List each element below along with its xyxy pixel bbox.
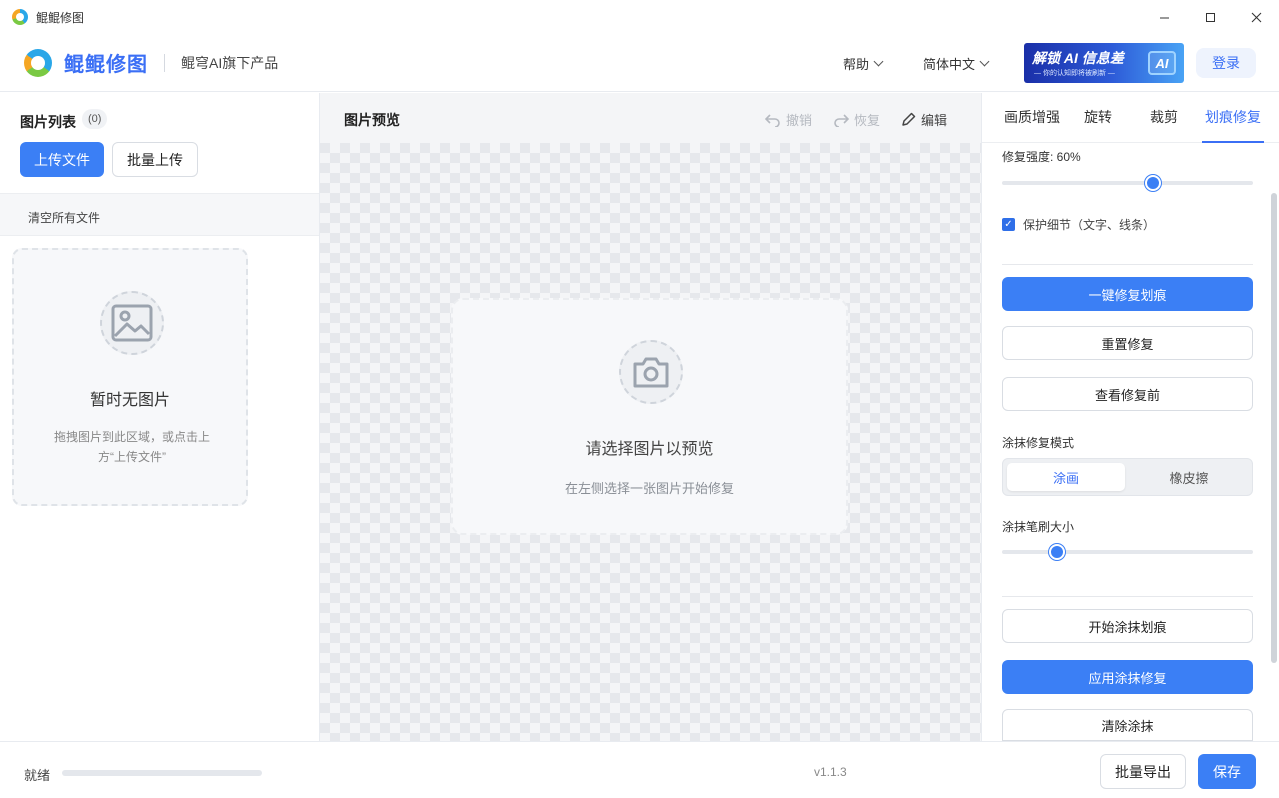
banner-sub-text: — 你的认知即将被刷新 — <box>1034 70 1115 77</box>
redo-button[interactable]: 恢复 <box>833 110 880 129</box>
drop-zone[interactable]: 暂时无图片 拖拽图片到此区域，或点击上方“上传文件” <box>12 248 248 506</box>
protect-detail-option[interactable]: ✓ 保护细节（文字、线条） <box>1002 216 1155 233</box>
banner-main-text: 解锁 AI 信息差 <box>1032 50 1124 66</box>
logo-icon <box>24 48 52 77</box>
maximize-icon[interactable] <box>1187 0 1233 34</box>
empty-title: 暂时无图片 <box>89 392 170 409</box>
view-before-button[interactable]: 查看修复前 <box>1002 377 1253 411</box>
preview-title: 图片预览 <box>344 112 400 128</box>
one-click-repair-button[interactable]: 一键修复划痕 <box>1002 277 1253 311</box>
image-list-panel: 图片列表 (0) 上传文件 批量上传 清空所有文件 暂时无图片 拖拽图片到此区域… <box>0 93 320 741</box>
clear-all-files-row[interactable]: 清空所有文件 <box>0 193 319 236</box>
panel-scrollbar[interactable] <box>1271 193 1277 663</box>
undo-label: 撤销 <box>786 113 813 128</box>
undo-icon <box>765 113 780 127</box>
preview-placeholder-subtitle: 在左侧选择一张图片开始修复 <box>564 481 734 496</box>
preview-toolbar: 图片预览 撤销 恢复 编辑 <box>320 93 981 143</box>
preview-placeholder-title: 请选择图片以预览 <box>585 441 714 458</box>
brand-name: 鲲鲲修图 <box>64 54 148 76</box>
title-bar: 鲲鲲修图 <box>0 0 1279 34</box>
image-list-title: 图片列表 <box>20 114 76 130</box>
app-icon <box>12 9 28 25</box>
status-bar: 就绪 v1.1.3 批量导出 保存 <box>0 741 1279 798</box>
undo-button[interactable]: 撤销 <box>765 110 812 129</box>
tab-crop[interactable]: 裁剪 <box>1146 107 1182 143</box>
mode-eraser-option[interactable]: 橡皮擦 <box>1130 463 1248 491</box>
edit-label: 编辑 <box>921 113 948 128</box>
image-icon <box>100 291 164 355</box>
empty-description: 拖拽图片到此区域，或点击上方“上传文件” <box>54 430 211 464</box>
status-text: 就绪 <box>24 768 51 783</box>
preview-area: 图片预览 撤销 恢复 编辑 请选择图片以预览 在左侧选择一张图片开始修复 <box>320 93 981 741</box>
redo-label: 恢复 <box>854 113 881 128</box>
edit-button[interactable]: 编辑 <box>901 110 947 129</box>
tool-tabs: 画质增强 旋转 裁剪 划痕修复 <box>982 93 1279 143</box>
chevron-down-icon <box>979 56 990 67</box>
checkbox-checked-icon[interactable]: ✓ <box>1002 218 1015 231</box>
pencil-icon <box>902 112 916 126</box>
window-controls <box>1141 0 1279 34</box>
redo-icon <box>834 113 849 127</box>
window-title: 鲲鲲修图 <box>36 10 85 25</box>
tab-rotate[interactable]: 旋转 <box>1080 107 1116 143</box>
brush-size-slider[interactable] <box>1002 544 1253 560</box>
repair-strength-slider[interactable] <box>1002 175 1253 191</box>
slider-thumb[interactable] <box>1049 544 1066 560</box>
tab-quality-enhance[interactable]: 画质增强 <box>1002 107 1062 143</box>
batch-export-button[interactable]: 批量导出 <box>1100 754 1186 789</box>
minimize-icon[interactable] <box>1141 0 1187 34</box>
banner-ai-badge: AI <box>1148 51 1176 75</box>
version-label: v1.1.3 <box>814 765 847 779</box>
smear-mode-toggle: 涂画 橡皮擦 <box>1002 458 1253 496</box>
close-icon[interactable] <box>1233 0 1279 34</box>
help-menu[interactable]: 帮助 <box>843 54 884 73</box>
divider <box>1002 596 1253 597</box>
help-label: 帮助 <box>843 57 870 72</box>
tab-scratch-repair[interactable]: 划痕修复 <box>1202 107 1264 143</box>
mode-paint-option[interactable]: 涂画 <box>1007 463 1125 491</box>
slider-thumb[interactable] <box>1144 175 1161 191</box>
save-button[interactable]: 保存 <box>1198 754 1256 789</box>
language-select[interactable]: 简体中文 <box>923 54 990 73</box>
start-smear-button[interactable]: 开始涂抹划痕 <box>1002 609 1253 643</box>
brush-size-label: 涂抹笔刷大小 <box>1002 520 1075 534</box>
clear-all-files-link[interactable]: 清空所有文件 <box>28 209 100 226</box>
chevron-down-icon <box>873 56 884 67</box>
apply-smear-button[interactable]: 应用涂抹修复 <box>1002 660 1253 694</box>
promo-banner[interactable]: 解锁 AI 信息差 — 你的认知即将被刷新 — AI <box>1024 43 1184 83</box>
language-label: 简体中文 <box>923 57 976 72</box>
camera-icon <box>619 340 683 404</box>
divider <box>1002 264 1253 265</box>
tools-panel: 画质增强 旋转 裁剪 划痕修复 修复强度: 60% ✓ 保护细节（文字、线条） … <box>981 93 1279 741</box>
preview-placeholder: 请选择图片以预览 在左侧选择一张图片开始修复 <box>451 298 848 535</box>
reset-repair-button[interactable]: 重置修复 <box>1002 326 1253 360</box>
progress-bar <box>62 770 262 776</box>
clear-smear-button[interactable]: 清除涂抹 <box>1002 709 1253 741</box>
brand-divider <box>164 53 165 72</box>
repair-strength-label: 修复强度: 60% <box>1002 150 1081 164</box>
batch-upload-button[interactable]: 批量上传 <box>112 142 198 177</box>
protect-detail-label: 保护细节（文字、线条） <box>1023 218 1156 232</box>
smear-mode-label: 涂抹修复模式 <box>1002 436 1075 450</box>
upload-file-button[interactable]: 上传文件 <box>20 142 104 177</box>
login-button[interactable]: 登录 <box>1196 48 1256 78</box>
app-header: 鲲鲲修图 鲲穹AI旗下产品 帮助 简体中文 解锁 AI 信息差 — 你的认知即将… <box>0 34 1279 92</box>
brand-subtitle: 鲲穹AI旗下产品 <box>181 54 279 71</box>
image-count-badge: (0) <box>82 109 108 129</box>
